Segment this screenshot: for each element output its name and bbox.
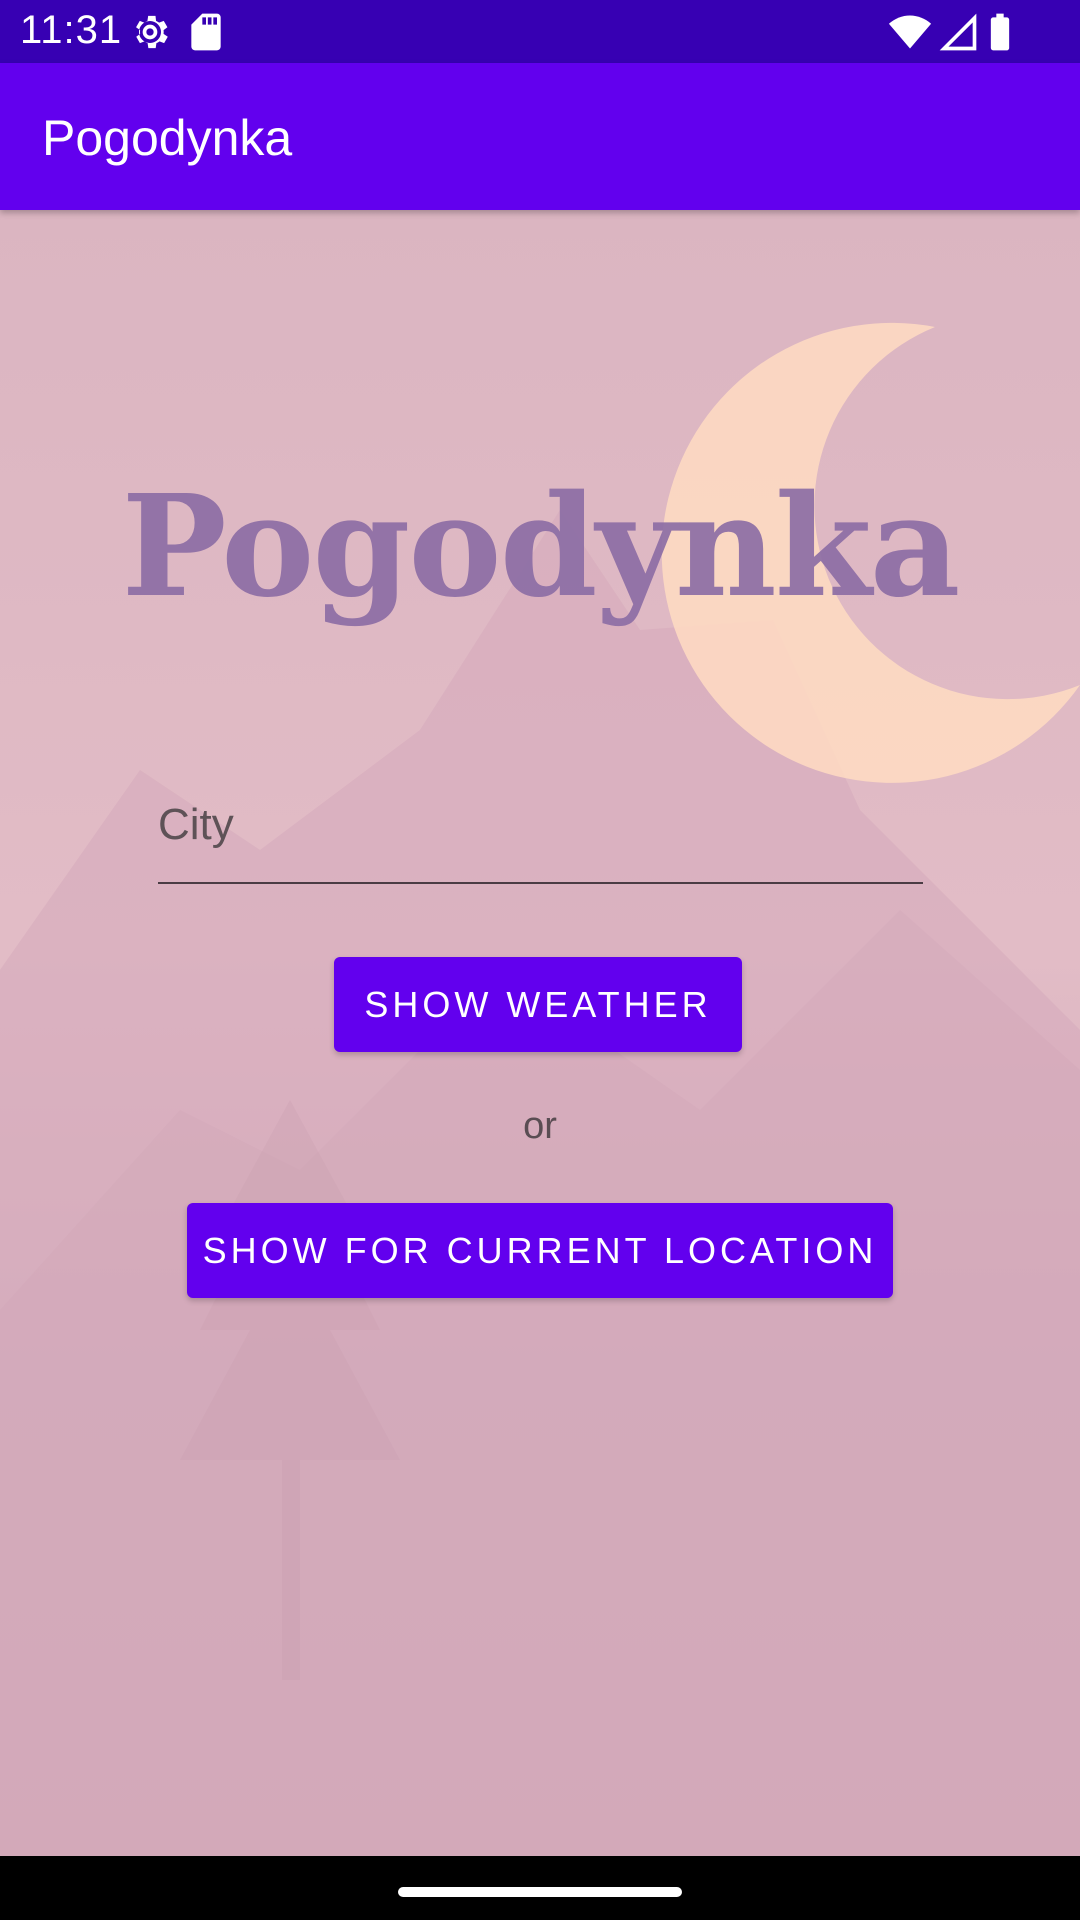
- or-label: or: [523, 1105, 557, 1147]
- settings-icon: [128, 10, 172, 54]
- show-weather-button[interactable]: SHOW WEATHER: [334, 957, 742, 1052]
- cellular-signal-icon: [936, 10, 980, 54]
- screen: 11:31 Pogodynka Pogodynka City SHOW WEAT…: [0, 0, 1080, 1920]
- battery-icon: [978, 10, 1022, 54]
- city-field: [158, 770, 923, 884]
- app-title: Pogodynka: [42, 110, 293, 166]
- city-input[interactable]: [158, 770, 923, 880]
- home-gesture-handle[interactable]: [398, 1887, 682, 1897]
- sd-card-icon: [184, 10, 228, 54]
- main-content: Pogodynka SHOW WEATHER or SHOW FOR CURRE…: [0, 210, 1080, 1856]
- navigation-bar: [0, 1856, 1080, 1920]
- logo-title: Pogodynka: [121, 465, 961, 629]
- status-bar: 11:31: [0, 0, 1080, 63]
- app-bar: Pogodynka: [0, 63, 1080, 210]
- status-time: 11:31: [20, 8, 123, 52]
- wifi-icon: [888, 10, 932, 54]
- show-current-location-button[interactable]: SHOW FOR CURRENT LOCATION: [187, 1203, 893, 1298]
